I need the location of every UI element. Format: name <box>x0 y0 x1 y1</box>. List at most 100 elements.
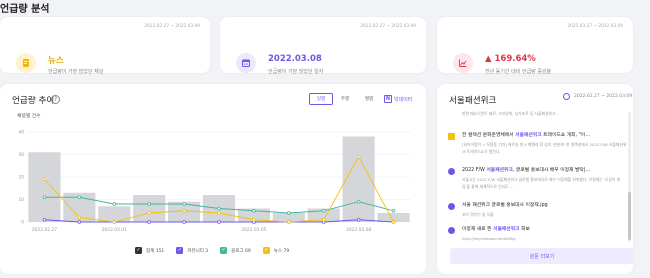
kpi-value: 2022.03.08 <box>268 54 322 64</box>
kpi-desc: 전년 동기간 대비 언급량 증감율 <box>485 69 552 75</box>
post-title: 한 컬렉션 문화운영체에서 서울패션위크 트레이드쇼 개최, "이… <box>462 133 591 138</box>
mention-trend-chart: 채널별 건수 0 10 20 30 40 2022.02.27 2022.03.01 2022.… <box>17 112 411 233</box>
posts-title: 서울패션위크 <box>449 96 497 106</box>
help-icon[interactable]: ? <box>51 95 60 104</box>
kpi-value: 뉴스 <box>48 56 64 66</box>
x-tick-label: 2022.03.08 <box>346 227 371 233</box>
data-point[interactable] <box>112 202 117 206</box>
legend-label: 합계 151 <box>146 248 165 254</box>
community-icon <box>448 227 455 234</box>
community-icon <box>448 203 455 210</box>
bar[interactable] <box>98 206 131 222</box>
clock-icon <box>563 93 570 100</box>
kpi-card-top-channel: 2022.02.27 ~ 2022.03.09 뉴스 언급량이 가장 많았던 채… <box>0 17 210 75</box>
bigdata-icon: N <box>384 95 392 103</box>
data-point[interactable] <box>182 208 186 213</box>
bar[interactable] <box>342 136 375 223</box>
page-title: 언급량 분석 <box>0 4 50 15</box>
data-point[interactable] <box>42 195 47 200</box>
data-point[interactable] <box>217 206 221 211</box>
keyword-highlight: 서울패션위크 <box>493 227 520 232</box>
post-item[interactable]: 한편 메뉴디언트 돼르, 크리앙화, 성가포르 등 서울패션위크 .. <box>448 107 633 122</box>
post-excerpt: 포브 명키기 및 식물 <box>462 212 494 217</box>
posts-scrollbar[interactable] <box>628 112 631 242</box>
kpi-value: ▲ 169.64% <box>485 54 536 64</box>
kpi-date: 2021.03.27 ~ 2022.03.09 <box>567 24 623 29</box>
bar[interactable] <box>28 152 61 222</box>
post-title: 서울 패션위크 글로벌 홍보대사 이정재.jpg <box>462 203 548 208</box>
trend-chart-icon <box>453 53 473 73</box>
legend-label: 커뮤니티 3 <box>187 248 209 254</box>
data-point[interactable] <box>356 199 361 204</box>
legend-item[interactable]: ✓ 커뮤니티 3 <box>176 247 208 254</box>
post-item[interactable]: 서울 패션위크 글로벌 홍보대사 이정재.jpg 포브 명키기 및 식물 <box>448 201 633 217</box>
checkbox-icon[interactable]: ✓ <box>262 247 270 254</box>
bigdata-label: 빅데이터 <box>394 96 413 103</box>
post-item[interactable]: 2022 F/W 서울패션위크, 글로벌 홍보대사 배우 이정재 발탁|… 서울… <box>448 166 633 196</box>
data-point[interactable] <box>321 217 326 222</box>
data-point[interactable] <box>42 217 47 222</box>
post-excerpt: [와이어알치 = 옥용동 기자] 에르송 셀 4 패엘레 정 성지 '한분화' … <box>462 142 627 154</box>
data-point[interactable] <box>287 220 291 224</box>
legend-item[interactable]: ✓ 합계 151 <box>135 247 164 254</box>
data-point[interactable] <box>287 211 291 215</box>
data-point[interactable] <box>356 154 361 159</box>
posts-date: 2022.02.27 ~ 2022.03.09 <box>574 94 633 99</box>
news-icon <box>448 133 455 140</box>
bigdata-button[interactable]: N 빅데이터 <box>384 95 412 103</box>
data-point[interactable] <box>77 215 82 220</box>
post-title: 2022 F/W 서울패션위크, 글로벌 홍보대사 배우 이정재 발탁|… <box>462 168 591 173</box>
view-more-button[interactable]: 원문 더보기 <box>450 248 634 264</box>
checkbox-icon[interactable]: ✓ <box>220 247 228 254</box>
data-point[interactable] <box>112 220 117 224</box>
data-point[interactable] <box>217 220 221 224</box>
kpi-card-yoy: 2021.03.27 ~ 2022.03.09 ▲ 169.64% 전년 동기간… <box>437 17 633 75</box>
legend-item[interactable]: ✓ 뉴스 79 <box>262 247 289 254</box>
kpi-card-top-date: 2022.02.27 ~ 2022.03.09 2022.03.08 언급량이 … <box>220 17 426 75</box>
data-point[interactable] <box>217 211 221 215</box>
community-icon <box>448 168 455 175</box>
checkbox-icon[interactable]: ✓ <box>176 247 184 254</box>
legend-item[interactable]: ✓ 블로그 69 <box>220 247 251 254</box>
data-point[interactable] <box>147 211 151 215</box>
post-item[interactable]: 한 컬렉션 문화운영체에서 서울패션위크 트레이드쇼 개최, "이… [와이어알… <box>448 131 633 163</box>
y-axis-label: 채널별 건수 <box>17 112 41 119</box>
y-tick-label: 0 <box>21 220 24 226</box>
x-tick-label: 2022.02.27 <box>32 227 57 233</box>
data-point[interactable] <box>391 220 396 224</box>
post-excerpt: http://img.theqoo.net/lofi/kg <box>462 236 516 241</box>
data-point[interactable] <box>147 202 151 206</box>
kpi-desc: 언급량이 가장 많았던 일자 <box>268 69 324 75</box>
data-point[interactable] <box>147 220 151 224</box>
data-point[interactable] <box>77 195 82 200</box>
keyword-highlight: 서울패션위크 <box>515 133 542 138</box>
data-point[interactable] <box>182 220 186 224</box>
kpi-date: 2022.02.27 ~ 2022.03.09 <box>360 24 416 29</box>
bar[interactable] <box>133 195 166 222</box>
post-item[interactable]: 이정재 새로 뜬 서울패션위크 화보 http://img.theqoo.net… <box>448 225 633 241</box>
kpi-date: 2022.02.27 ~ 2022.03.09 <box>144 24 200 29</box>
data-point[interactable] <box>42 177 47 182</box>
y-tick-label: 40 <box>19 130 25 136</box>
document-icon <box>16 53 36 73</box>
data-point[interactable] <box>391 208 396 213</box>
post-excerpt: 한편 메뉴디언트 돼르, 크리앙화, 성가포르 등 서울패션위크 .. <box>462 111 560 116</box>
data-point[interactable] <box>321 208 326 213</box>
checkbox-icon[interactable]: ✓ <box>135 247 142 254</box>
y-tick-label: 20 <box>19 175 25 181</box>
x-tick-label: 2022.03.01 <box>102 227 127 233</box>
scroll-thumb[interactable] <box>628 192 631 240</box>
data-point[interactable] <box>182 202 186 206</box>
chart-legend: ✓ 합계 151 ✓ 커뮤니티 3 ✓ 블로그 69 ✓ 뉴스 79 <box>135 247 289 254</box>
post-title: 이정재 새로 뜬 서울패션위크 화보 <box>462 227 530 232</box>
data-point[interactable] <box>252 217 256 222</box>
calendar-icon <box>236 53 256 73</box>
x-tick-label: 2022.03.05 <box>241 227 266 233</box>
keyword-highlight: 서울패션위크 <box>486 168 513 173</box>
post-excerpt: 서울시는 2022 F/W 서울패션위크 글로벌 홍보대사로 배우 이정재를 위… <box>462 177 621 189</box>
y-tick-label: 30 <box>19 152 25 158</box>
legend-label: 블로그 69 <box>231 248 251 254</box>
data-point[interactable] <box>356 217 361 222</box>
data-point[interactable] <box>77 220 82 224</box>
data-point[interactable] <box>252 208 256 213</box>
